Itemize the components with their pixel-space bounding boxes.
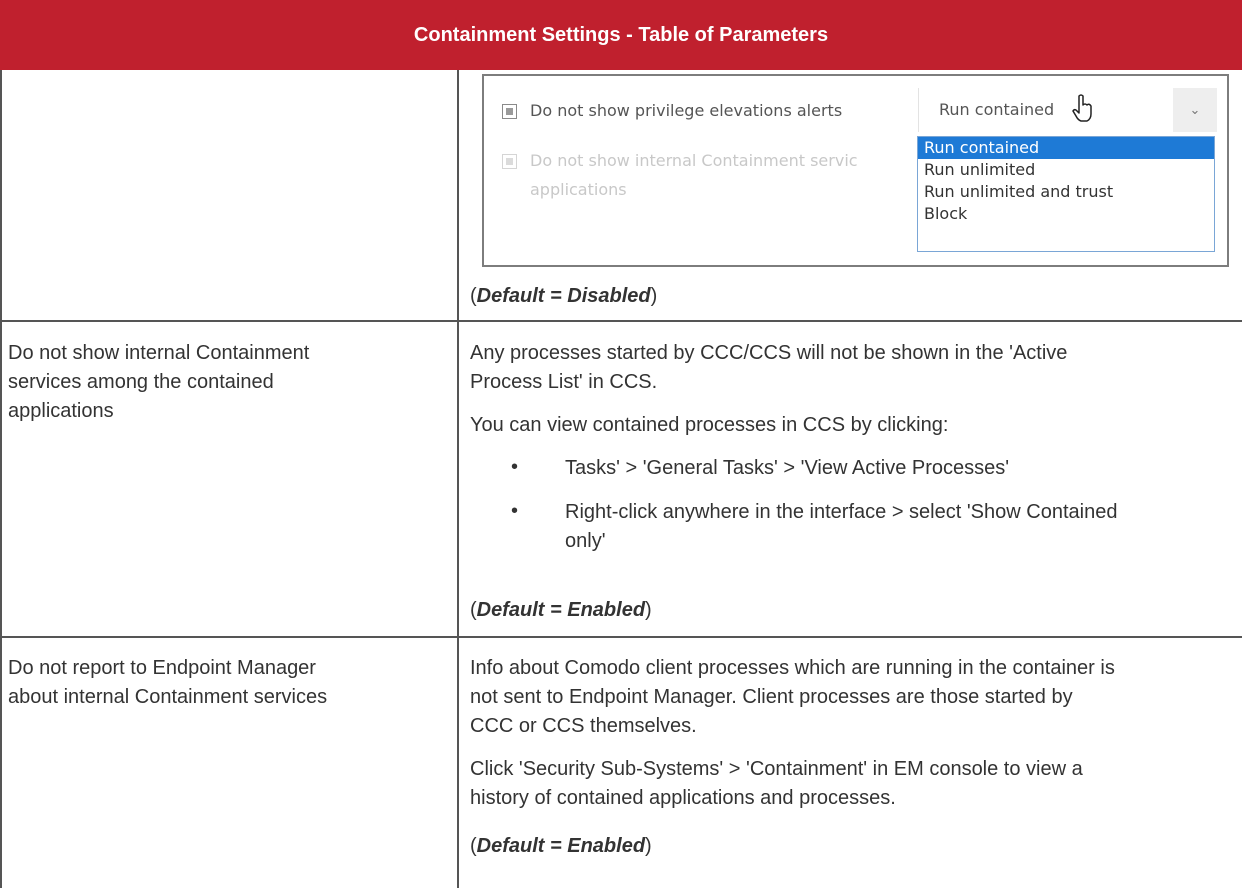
table-title: Containment Settings - Table of Paramete… — [413, 23, 829, 46]
dropdown-option[interactable]: Run unlimited and trust — [918, 181, 1214, 203]
default-value: (Default = Disabled) — [470, 285, 658, 307]
action-select-value: Run contained — [939, 100, 1055, 119]
embedded-settings-screenshot: Do not show privilege elevations alerts … — [482, 74, 1229, 267]
checkbox-privilege-alerts-label: Do not show privilege elevations alerts — [530, 101, 843, 120]
checkbox-internal-services[interactable] — [502, 154, 517, 169]
bullet-text: Right-click anywhere in the interface > … — [565, 501, 1118, 523]
default-value-text: Default = Enabled — [476, 599, 646, 621]
description-line: not sent to Endpoint Manager. Client pro… — [470, 686, 1073, 708]
bullet-text: Tasks' > 'General Tasks' > 'View Active … — [565, 457, 1010, 479]
table-left-border — [0, 70, 2, 888]
dropdown-option[interactable]: Run contained — [918, 137, 1214, 159]
parameter-line: services among the contained — [8, 371, 274, 393]
default-value: (Default = Enabled) — [470, 599, 652, 621]
table-header: Containment Settings - Table of Paramete… — [0, 0, 1242, 70]
description-line: history of contained applications and pr… — [470, 787, 896, 809]
row-divider — [0, 320, 1242, 322]
action-select[interactable]: Run contained ⌄ — [918, 88, 1217, 132]
parameters-table: Containment Settings - Table of Paramete… — [0, 0, 1242, 888]
default-value: (Default = Enabled) — [470, 835, 652, 857]
description-line: Any processes started by CCC/CCS will no… — [470, 342, 1068, 364]
default-value-text: Default = Disabled — [476, 285, 651, 307]
default-value-text: Default = Enabled — [476, 835, 646, 857]
parameter-line: Do not report to Endpoint Manager — [8, 657, 316, 679]
action-dropdown-list: Run contained Run unlimited Run unlimite… — [917, 136, 1215, 252]
bullet-text: only' — [565, 530, 606, 552]
hand-cursor-icon — [1072, 94, 1094, 126]
parameter-name: Do not show internal Containment service… — [8, 339, 309, 426]
chevron-down-icon[interactable]: ⌄ — [1173, 88, 1217, 132]
description-line: You can view contained processes in CCS … — [470, 414, 949, 436]
description-line: Info about Comodo client processes which… — [470, 657, 1115, 679]
parameter-line: about internal Containment services — [8, 686, 328, 708]
dropdown-option[interactable]: Run unlimited — [918, 159, 1214, 181]
parameter-line: applications — [8, 400, 114, 422]
description-line: Click 'Security Sub-Systems' > 'Containm… — [470, 758, 1083, 780]
column-divider — [457, 70, 459, 888]
dropdown-option[interactable]: Block — [918, 203, 1214, 225]
checkbox-privilege-alerts[interactable] — [502, 104, 517, 119]
parameter-line: Do not show internal Containment — [8, 342, 310, 364]
bullet-icon: • — [511, 500, 519, 522]
parameter-name: Do not report to Endpoint Manager about … — [8, 654, 327, 712]
row-divider — [0, 636, 1242, 638]
description-line: Process List' in CCS. — [470, 371, 658, 393]
checkbox-internal-services-label: Do not show internal Containment servic — [530, 151, 858, 170]
description-line: CCC or CCS themselves. — [470, 715, 697, 737]
bullet-icon: • — [511, 456, 519, 478]
checkbox-internal-services-label-line2: applications — [530, 180, 627, 199]
